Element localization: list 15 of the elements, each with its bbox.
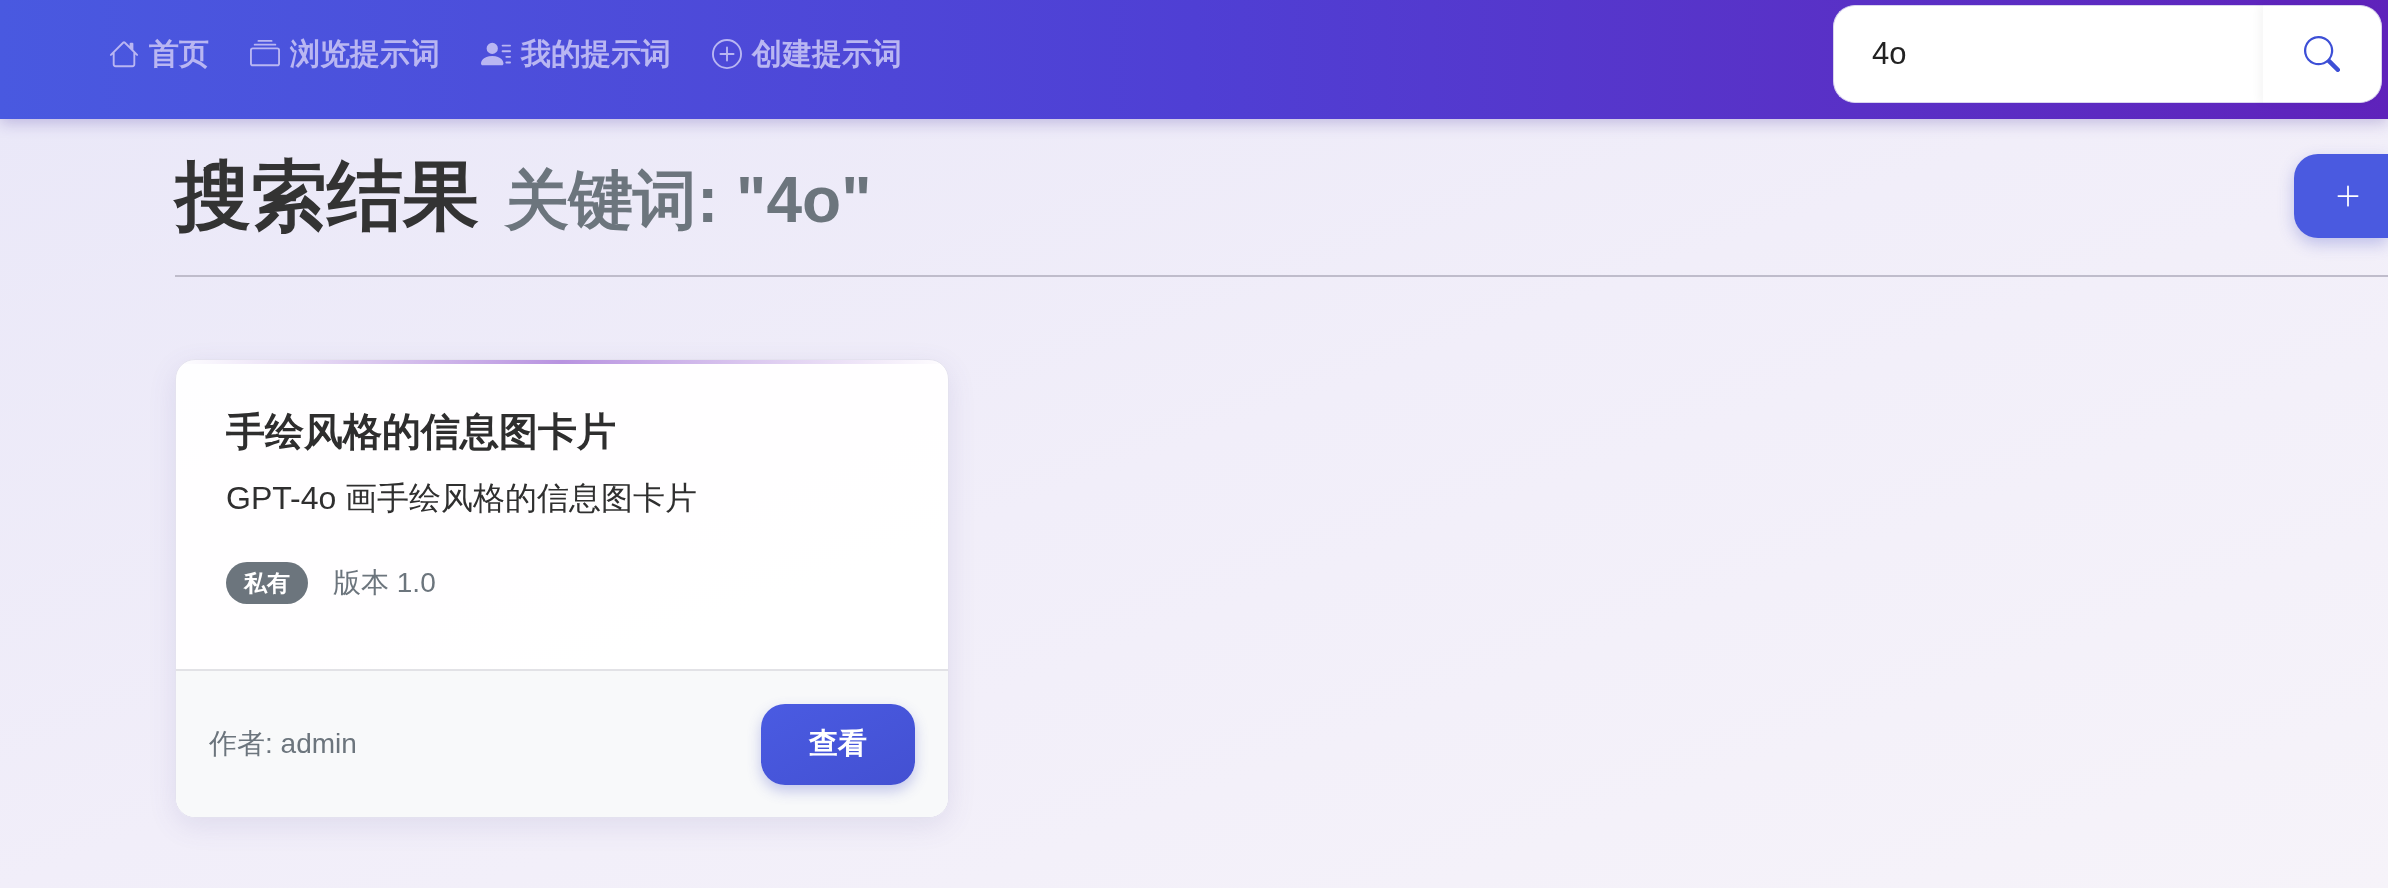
nav-link[interactable]: 我的提示词 (481, 36, 671, 72)
home-icon (109, 39, 139, 69)
card-title: 手绘风格的信息图卡片 (226, 409, 617, 455)
nav-link[interactable]: 首页 (109, 36, 209, 72)
view-button[interactable]: 查看 (761, 703, 915, 785)
search-keyword: 关键词: "4o" (505, 164, 872, 236)
version-label: 版本 1.0 (333, 566, 436, 600)
card-description: GPT-4o 画手绘风格的信息图卡片 (226, 479, 699, 518)
stack-icon (250, 39, 280, 69)
create-button[interactable] (2294, 154, 2388, 238)
page-title: 搜索结果 (175, 154, 479, 238)
visibility-badge: 私有 (226, 562, 308, 604)
nav-link[interactable]: 创建提示词 (712, 36, 902, 72)
nav-link[interactable]: 浏览提示词 (250, 36, 440, 72)
author-label: 作者: admin (209, 727, 357, 761)
